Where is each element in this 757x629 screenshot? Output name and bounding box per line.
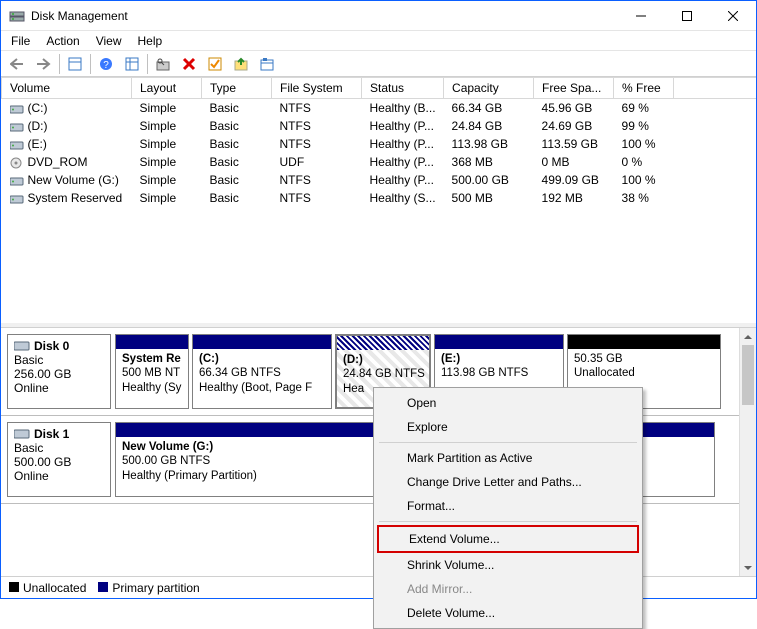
disk-info[interactable]: Disk 1Basic500.00 GBOnline bbox=[7, 422, 111, 497]
column-headers[interactable]: Volume Layout Type File System Status Ca… bbox=[2, 78, 757, 99]
scroll-track[interactable] bbox=[740, 345, 756, 559]
drive-icon bbox=[10, 157, 24, 169]
menu-bar: File Action View Help bbox=[1, 31, 756, 51]
help-button[interactable]: ? bbox=[95, 53, 117, 75]
volume-row[interactable]: (C:)SimpleBasicNTFSHealthy (B...66.34 GB… bbox=[2, 99, 757, 118]
delete-button[interactable] bbox=[178, 53, 200, 75]
drive-icon bbox=[10, 139, 24, 151]
ctx-open[interactable]: Open bbox=[377, 391, 639, 415]
app-icon bbox=[9, 8, 25, 24]
drive-icon bbox=[10, 103, 24, 115]
drive-icon bbox=[10, 193, 24, 205]
toolbar-sep bbox=[90, 54, 91, 74]
toolbar-sep bbox=[59, 54, 60, 74]
col-capacity[interactable]: Capacity bbox=[444, 78, 534, 99]
ctx-explore[interactable]: Explore bbox=[377, 415, 639, 439]
svg-text:?: ? bbox=[103, 60, 109, 71]
back-button[interactable] bbox=[7, 53, 29, 75]
ctx-sep bbox=[379, 442, 637, 443]
col-pctfree[interactable]: % Free bbox=[614, 78, 674, 99]
toolbar: ? bbox=[1, 51, 756, 77]
ctx-change-letter[interactable]: Change Drive Letter and Paths... bbox=[377, 470, 639, 494]
action-button[interactable] bbox=[230, 53, 252, 75]
legend-unallocated: Unallocated bbox=[9, 581, 86, 595]
col-volume[interactable]: Volume bbox=[2, 78, 132, 99]
drive-icon bbox=[10, 175, 24, 187]
check-button[interactable] bbox=[204, 53, 226, 75]
context-menu: Open Explore Mark Partition as Active Ch… bbox=[373, 387, 643, 629]
minimize-button[interactable] bbox=[618, 1, 664, 30]
legend-primary: Primary partition bbox=[98, 581, 199, 595]
forward-button[interactable] bbox=[33, 53, 55, 75]
properties-button[interactable] bbox=[256, 53, 278, 75]
window-controls bbox=[618, 1, 756, 30]
ctx-extend-volume[interactable]: Extend Volume... bbox=[377, 525, 639, 553]
col-spacer bbox=[674, 78, 756, 99]
close-button[interactable] bbox=[710, 1, 756, 30]
ctx-sep bbox=[379, 521, 637, 522]
ctx-format[interactable]: Format... bbox=[377, 494, 639, 518]
menu-help[interactable]: Help bbox=[138, 34, 163, 48]
disk-management-window: Disk Management File Action View Help ? bbox=[0, 0, 757, 599]
col-filesystem[interactable]: File System bbox=[272, 78, 362, 99]
title-bar: Disk Management bbox=[1, 1, 756, 31]
volume-row[interactable]: New Volume (G:)SimpleBasicNTFSHealthy (P… bbox=[2, 171, 757, 189]
drive-icon bbox=[10, 121, 24, 133]
menu-action[interactable]: Action bbox=[46, 34, 79, 48]
ctx-shrink-volume[interactable]: Shrink Volume... bbox=[377, 553, 639, 577]
volume-row[interactable]: System ReservedSimpleBasicNTFSHealthy (S… bbox=[2, 189, 757, 207]
scroll-thumb[interactable] bbox=[742, 345, 754, 405]
scroll-up-button[interactable] bbox=[740, 328, 756, 345]
partition[interactable]: (C:)66.34 GB NTFSHealthy (Boot, Page F bbox=[192, 334, 332, 409]
vertical-scrollbar[interactable] bbox=[739, 328, 756, 576]
maximize-button[interactable] bbox=[664, 1, 710, 30]
ctx-delete-volume[interactable]: Delete Volume... bbox=[377, 601, 639, 625]
volume-row[interactable]: (E:)SimpleBasicNTFSHealthy (P...113.98 G… bbox=[2, 135, 757, 153]
settings-button[interactable] bbox=[64, 53, 86, 75]
volume-row[interactable]: DVD_ROMSimpleBasicUDFHealthy (P...368 MB… bbox=[2, 153, 757, 171]
toolbar-sep bbox=[147, 54, 148, 74]
col-layout[interactable]: Layout bbox=[132, 78, 202, 99]
menu-file[interactable]: File bbox=[11, 34, 30, 48]
layout-button[interactable] bbox=[121, 53, 143, 75]
volume-row[interactable]: (D:)SimpleBasicNTFSHealthy (P...24.84 GB… bbox=[2, 117, 757, 135]
col-freespace[interactable]: Free Spa... bbox=[534, 78, 614, 99]
col-status[interactable]: Status bbox=[362, 78, 444, 99]
rescan-button[interactable] bbox=[152, 53, 174, 75]
scroll-down-button[interactable] bbox=[740, 559, 756, 576]
ctx-add-mirror: Add Mirror... bbox=[377, 577, 639, 601]
ctx-mark-active[interactable]: Mark Partition as Active bbox=[377, 446, 639, 470]
disk-info[interactable]: Disk 0Basic256.00 GBOnline bbox=[7, 334, 111, 409]
window-title: Disk Management bbox=[31, 9, 618, 23]
volume-list[interactable]: Volume Layout Type File System Status Ca… bbox=[1, 77, 756, 327]
menu-view[interactable]: View bbox=[96, 34, 122, 48]
col-type[interactable]: Type bbox=[202, 78, 272, 99]
partition[interactable]: System Re500 MB NTHealthy (Sy bbox=[115, 334, 189, 409]
